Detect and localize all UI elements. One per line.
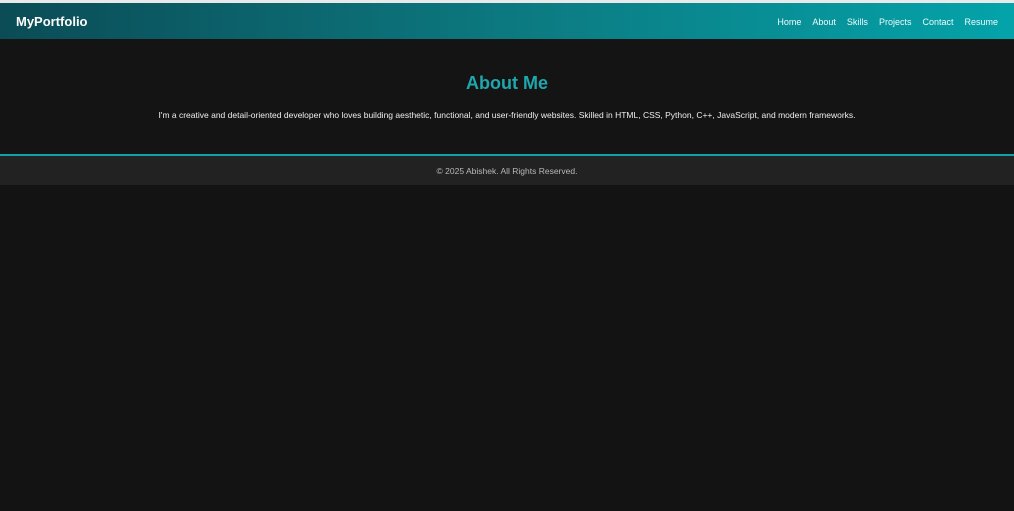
page-background — [0, 185, 1014, 511]
nav-item-resume: Resume — [964, 12, 998, 30]
nav-item-contact: Contact — [922, 12, 953, 30]
nav-link-skills[interactable]: Skills — [847, 17, 868, 27]
footer: © 2025 Abishek. All Rights Reserved. — [0, 156, 1014, 185]
nav-link-projects[interactable]: Projects — [879, 17, 912, 27]
nav-link-about[interactable]: About — [812, 17, 836, 27]
about-section: About Me I'm a creative and detail-orien… — [0, 39, 1014, 154]
navbar: MyPortfolio Home About Skills Projects C… — [0, 3, 1014, 39]
nav-item-skills: Skills — [847, 12, 868, 30]
nav-links: Home About Skills Projects Contact Resum… — [777, 12, 998, 30]
about-description: I'm a creative and detail-oriented devel… — [158, 110, 856, 120]
nav-item-home: Home — [777, 12, 801, 30]
nav-link-home[interactable]: Home — [777, 17, 801, 27]
nav-item-projects: Projects — [879, 12, 912, 30]
nav-item-about: About — [812, 12, 836, 30]
nav-link-contact[interactable]: Contact — [922, 17, 953, 27]
footer-copyright: © 2025 Abishek. All Rights Reserved. — [436, 165, 578, 176]
about-title: About Me — [466, 73, 548, 93]
nav-link-resume[interactable]: Resume — [964, 17, 998, 27]
brand-logo[interactable]: MyPortfolio — [16, 14, 88, 29]
